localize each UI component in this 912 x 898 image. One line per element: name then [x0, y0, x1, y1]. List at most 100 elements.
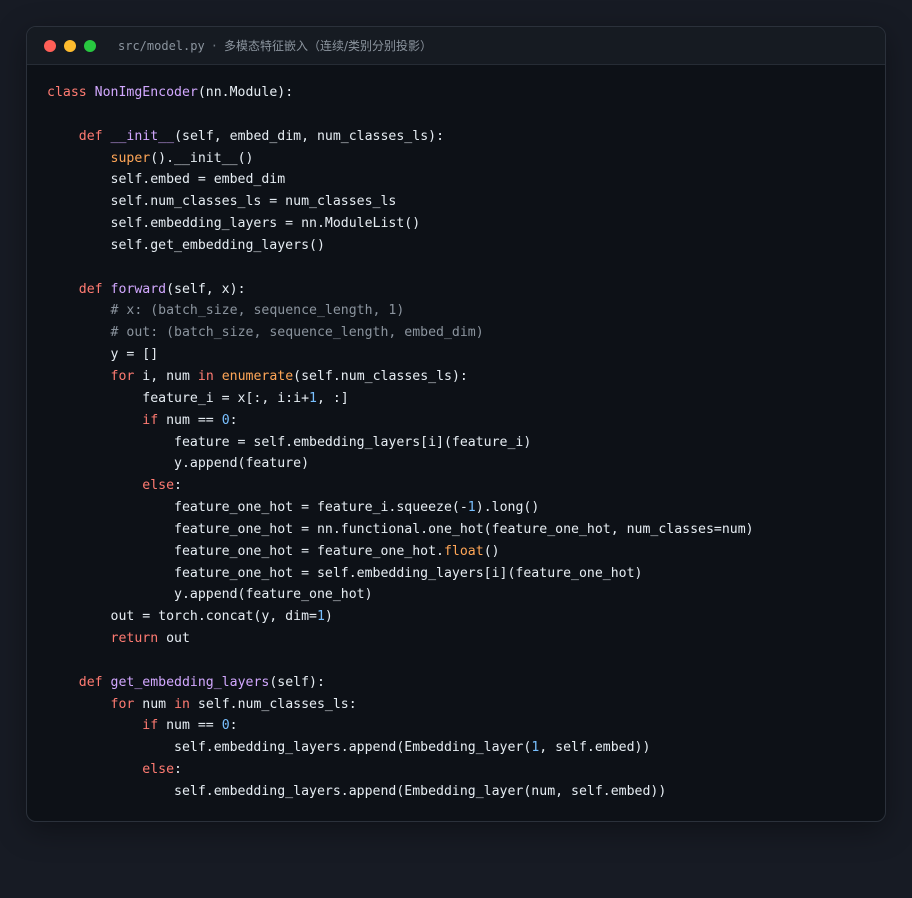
code-block[interactable]: class NonImgEncoder(nn.Module): def __in… — [27, 65, 885, 803]
code-token: feature_one_hot = feature_one_hot. — [47, 543, 444, 559]
code-line: self.get_embedding_layers() — [47, 235, 885, 257]
keyword-token: def — [78, 281, 111, 297]
code-token: y = [] — [47, 347, 159, 363]
comment-token: # x: (batch_size, sequence_length, 1) — [110, 303, 405, 319]
code-line: feature_one_hot = self.embedding_layers[… — [47, 563, 885, 585]
code-line: for num in self.num_classes_ls: — [47, 694, 885, 716]
code-token: self.get_embedding_layers() — [47, 237, 325, 253]
class-name-token: NonImgEncoder — [94, 85, 198, 100]
code-line: else: — [47, 475, 885, 497]
code-line: out = torch.concat(y, dim=1) — [47, 606, 885, 628]
code-token: out = torch.concat(y, dim= — [47, 609, 317, 625]
keyword-token: in — [174, 696, 198, 712]
window-titlebar: src/model.py · 多模态特征嵌入（连续/类别分别投影） — [27, 27, 885, 65]
number-token: 0 — [221, 412, 230, 428]
maximize-button[interactable] — [84, 39, 96, 52]
title-separator: · — [210, 39, 218, 53]
code-token: num == — [166, 718, 222, 734]
code-token: num == — [166, 412, 222, 428]
function-name-token: __init__ — [110, 128, 175, 144]
code-line: y.append(feature_one_hot) — [47, 584, 885, 606]
code-token: : — [229, 718, 238, 734]
code-token: feature = self.embedding_layers[i](featu… — [47, 434, 532, 450]
code-line: class NonImgEncoder(nn.Module): — [47, 82, 885, 104]
code-token: feature_i = x[:, i:i+ — [47, 390, 310, 406]
minimize-button[interactable] — [64, 39, 76, 52]
code-line: super().__init__() — [47, 148, 885, 170]
code-line: def get_embedding_layers(self): — [47, 672, 885, 694]
code-line: self.embedding_layers.append(Embedding_l… — [47, 781, 885, 803]
number-token: 1 — [316, 609, 325, 625]
code-line: def __init__(self, embed_dim, num_classe… — [47, 126, 885, 148]
code-token: : — [174, 762, 182, 778]
code-line: y = [] — [47, 344, 885, 366]
code-token: : — [229, 412, 238, 428]
code-token: , :] — [316, 390, 349, 406]
code-token: ().__init__() — [150, 150, 254, 166]
code-token: num — [142, 696, 175, 712]
code-token: () — [483, 543, 500, 559]
function-name-token: get_embedding_layers — [110, 674, 270, 690]
code-line: feature_i = x[:, i:i+1, :] — [47, 388, 885, 410]
keyword-token: if — [142, 718, 167, 734]
code-line: if num == 0: — [47, 715, 885, 737]
code-token: i, num — [142, 368, 198, 384]
code-line: if num == 0: — [47, 410, 885, 432]
code-token: (self): — [269, 674, 325, 690]
code-token: self.num_classes_ls: — [197, 696, 357, 712]
close-button[interactable] — [44, 39, 56, 52]
code-window: src/model.py · 多模态特征嵌入（连续/类别分别投影） class No… — [26, 26, 886, 822]
file-description: 多模态特征嵌入（连续/类别分别投影） — [223, 39, 432, 53]
file-path: src/model.py — [118, 39, 205, 53]
code-token: : — [174, 478, 182, 494]
keyword-token: class — [47, 85, 95, 100]
builtin-token: enumerate — [221, 368, 294, 384]
code-token: feature_one_hot = feature_i.squeeze(- — [47, 500, 468, 516]
code-token: y.append(feature) — [47, 456, 310, 472]
code-line: for i, num in enumerate(self.num_classes… — [47, 366, 885, 388]
code-line: feature = self.embedding_layers[i](featu… — [47, 432, 885, 454]
code-token: (self.num_classes_ls): — [293, 368, 468, 384]
code-line: self.embedding_layers = nn.ModuleList() — [47, 213, 885, 235]
code-token: self.embedding_layers = nn.ModuleList() — [47, 216, 421, 232]
keyword-token: return — [110, 631, 167, 647]
code-line: feature_one_hot = nn.functional.one_hot(… — [47, 519, 885, 541]
keyword-token: for — [110, 368, 143, 384]
builtin-token: float — [443, 543, 484, 559]
code-token: out — [166, 631, 190, 647]
keyword-token: in — [197, 368, 222, 384]
keyword-token: def — [78, 674, 111, 690]
code-token: , self.embed)) — [539, 740, 651, 756]
function-name-token: forward — [110, 281, 167, 297]
code-token: self.embedding_layers.append(Embedding_l… — [47, 740, 532, 756]
keyword-token: for — [110, 696, 143, 712]
code-token: self.embed = embed_dim — [47, 172, 286, 188]
code-line: self.embedding_layers.append(Embedding_l… — [47, 737, 885, 759]
code-line: y.append(feature) — [47, 453, 885, 475]
code-line: # x: (batch_size, sequence_length, 1) — [47, 300, 885, 322]
code-token: (self, embed_dim, num_classes_ls): — [174, 128, 445, 144]
code-line: return out — [47, 628, 885, 650]
number-token: 1 — [467, 500, 476, 516]
code-token: self.num_classes_ls = num_classes_ls — [47, 194, 397, 210]
window-title: src/model.py · 多模态特征嵌入（连续/类别分别投影） — [118, 37, 432, 54]
code-token: self.embedding_layers.append(Embedding_l… — [47, 784, 667, 799]
code-line: self.num_classes_ls = num_classes_ls — [47, 191, 885, 213]
keyword-token: def — [78, 128, 111, 144]
code-line: else: — [47, 759, 885, 781]
code-token: (self, x): — [166, 281, 246, 297]
keyword-token: else — [142, 478, 175, 494]
keyword-token: else — [142, 762, 175, 778]
code-line: self.embed = embed_dim — [47, 169, 885, 191]
